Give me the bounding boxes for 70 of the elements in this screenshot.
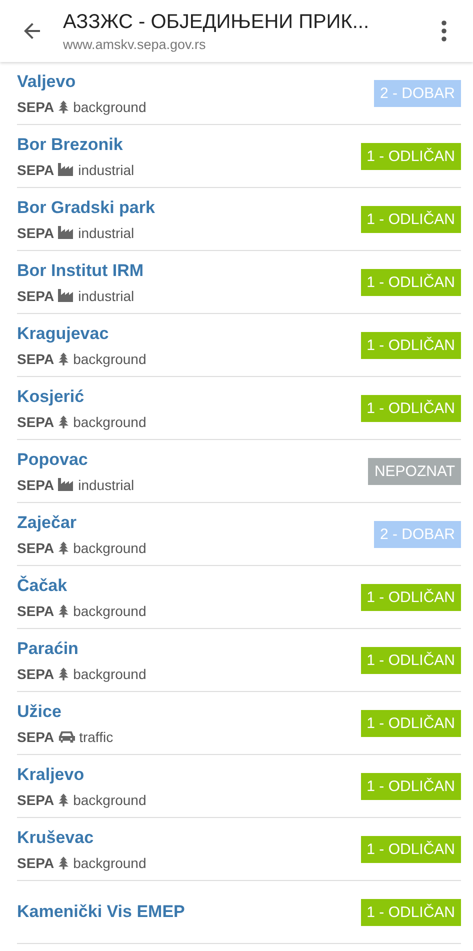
tree-icon [58, 856, 70, 870]
page-url: www.amskv.sepa.gov.rs [63, 36, 207, 52]
network-label: SEPA [17, 162, 54, 178]
station-type: background [73, 414, 146, 430]
quality-badge: 1 - ODLIČAN [360, 898, 461, 926]
station-name[interactable]: Paraćin [17, 638, 146, 658]
station-name[interactable]: Čačak [17, 576, 146, 596]
station-name[interactable]: Užice [17, 702, 114, 722]
quality-badge: 2 - DOBAR [374, 520, 461, 548]
tree-icon [58, 414, 70, 428]
station-name[interactable]: Bor Brezonik [17, 134, 134, 154]
station-type: background [73, 666, 146, 682]
factory-icon [58, 163, 74, 176]
station-type: industrial [78, 288, 134, 304]
quality-badge: 1 - ODLIČAN [360, 646, 461, 674]
quality-badge: 1 - ODLIČAN [360, 268, 461, 296]
network-label: SEPA [17, 666, 54, 682]
station-name[interactable]: Kraljevo [17, 764, 146, 784]
station-name[interactable]: Kragujevac [17, 324, 146, 344]
network-label: SEPA [17, 792, 54, 808]
network-label: SEPA [17, 540, 54, 556]
station-type: background [73, 98, 146, 114]
network-label: SEPA [17, 854, 54, 870]
station-type: traffic [79, 728, 114, 744]
quality-badge: 1 - ODLIČAN [360, 772, 461, 800]
station-name[interactable]: Kamenički Vis EMEP [17, 902, 185, 922]
station-type: industrial [78, 476, 134, 492]
station-type: background [73, 350, 146, 366]
station-name[interactable]: Popovac [17, 450, 134, 470]
more-menu-icon[interactable] [441, 19, 447, 43]
station-type: background [73, 854, 146, 870]
tree-icon [58, 604, 70, 618]
tree-icon [58, 666, 70, 680]
page-title: АЗЗЖС - ОБЈЕДИЊЕНИ ПРИК... [63, 10, 370, 34]
quality-badge: 1 - ODLIČAN [360, 332, 461, 358]
station-type: background [73, 792, 146, 808]
network-label: SEPA [17, 350, 54, 366]
quality-badge: 1 - ODLIČAN [360, 142, 461, 170]
network-label: SEPA [17, 602, 54, 618]
quality-badge: 1 - ODLIČAN [360, 206, 461, 232]
network-label: SEPA [17, 728, 54, 744]
station-name[interactable]: Kosjerić [17, 386, 146, 406]
tree-icon [58, 100, 70, 114]
station-name[interactable]: Bor Gradski park [17, 198, 155, 218]
station-type: industrial [78, 162, 134, 178]
station-type: industrial [78, 224, 134, 240]
car-icon [58, 730, 76, 744]
station-name[interactable]: Valjevo [17, 72, 146, 92]
network-label: SEPA [17, 414, 54, 430]
tree-icon [58, 540, 70, 554]
station-name[interactable]: Zaječar [17, 512, 146, 532]
quality-badge: 1 - ODLIČAN [360, 584, 461, 610]
quality-badge: 2 - DOBAR [374, 80, 461, 106]
tree-icon [58, 352, 70, 366]
quality-badge: 1 - ODLIČAN [360, 836, 461, 862]
network-label: SEPA [17, 224, 54, 240]
station-type: background [73, 540, 146, 556]
network-label: SEPA [17, 288, 54, 304]
quality-badge: 1 - ODLIČAN [360, 394, 461, 422]
tree-icon [58, 792, 70, 806]
quality-badge: 1 - ODLIČAN [360, 710, 461, 736]
quality-badge: NEPOZNAT [368, 458, 461, 484]
network-label: SEPA [17, 98, 54, 114]
factory-icon [58, 289, 74, 302]
factory-icon [58, 226, 74, 239]
network-label: SEPA [17, 476, 54, 492]
station-name[interactable]: Kruševac [17, 828, 146, 848]
station-type: background [73, 602, 146, 618]
station-name[interactable]: Bor Institut IRM [17, 260, 144, 280]
factory-icon [58, 478, 74, 491]
